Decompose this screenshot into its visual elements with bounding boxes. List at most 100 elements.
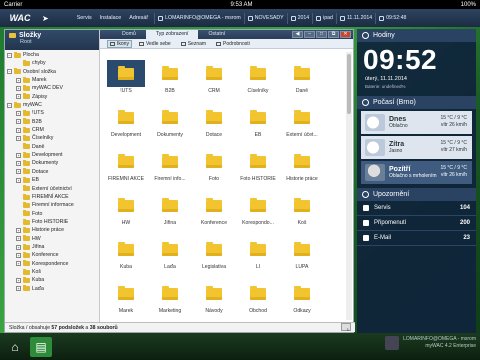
- tree-node[interactable]: + Korespondence: [7, 260, 99, 268]
- tree-node[interactable]: FIREMNÍ AKCE: [7, 193, 99, 201]
- tab[interactable]: Domů: [112, 30, 146, 39]
- folder-item[interactable]: Foto HISTORIE: [238, 148, 278, 182]
- home-icon[interactable]: ⌂: [4, 337, 26, 357]
- scrollbar[interactable]: [346, 52, 352, 320]
- menu-item[interactable]: Instalace: [100, 15, 122, 21]
- close-button[interactable]: ✕: [340, 31, 351, 38]
- tree-node[interactable]: + Dotace: [7, 168, 99, 176]
- menu-item[interactable]: Servis: [77, 15, 92, 21]
- tree-node[interactable]: + !UTS: [7, 109, 99, 117]
- expand-toggle-icon[interactable]: +: [16, 261, 21, 267]
- tree-node[interactable]: + B2B: [7, 118, 99, 126]
- folder-item[interactable]: Firemní info...: [150, 148, 190, 182]
- expand-toggle-icon[interactable]: −: [7, 102, 12, 108]
- expand-toggle-icon[interactable]: [16, 203, 21, 208]
- tab[interactable]: Typ zobrazení: [145, 30, 199, 39]
- folder-item[interactable]: Laďa: [150, 236, 190, 270]
- folder-item[interactable]: FIREMNÍ AKCE: [106, 148, 146, 182]
- tree-node[interactable]: + Konference: [7, 251, 99, 259]
- top-bar-item[interactable]: ipad: [312, 12, 336, 24]
- expand-toggle-icon[interactable]: +: [16, 136, 21, 142]
- folder-item[interactable]: Jiřina: [150, 192, 190, 226]
- top-bar-item[interactable]: 2014: [286, 12, 313, 24]
- folder-item[interactable]: Dokumenty: [150, 104, 190, 138]
- back-button[interactable]: ◀: [292, 31, 303, 38]
- view-button[interactable]: Vedle sebe: [136, 40, 174, 48]
- tree-node[interactable]: − Plocha: [7, 51, 99, 59]
- scrollbar-thumb[interactable]: [347, 54, 351, 114]
- expand-toggle-icon[interactable]: +: [16, 227, 21, 233]
- folder-item[interactable]: HW: [106, 192, 146, 226]
- expand-toggle-icon[interactable]: [16, 186, 21, 191]
- tree-node[interactable]: + HW: [7, 235, 99, 243]
- tree-node[interactable]: − myWAC: [7, 101, 99, 109]
- expand-toggle-icon[interactable]: +: [16, 127, 21, 133]
- folder-app-icon[interactable]: ▤: [30, 336, 52, 357]
- folder-item[interactable]: CRM: [194, 60, 234, 94]
- tree-node[interactable]: + Kuba: [7, 276, 99, 284]
- folder-item[interactable]: Odkazy: [282, 280, 322, 314]
- folder-item[interactable]: Externí účet...: [282, 104, 322, 138]
- folder-item[interactable]: Koš: [282, 192, 322, 226]
- folder-item[interactable]: Obchod: [238, 280, 278, 314]
- folder-item[interactable]: Development: [106, 104, 146, 138]
- folder-item[interactable]: Dotace: [194, 104, 234, 138]
- folder-item[interactable]: Konference: [194, 192, 234, 226]
- view-button[interactable]: Seznam: [178, 40, 209, 48]
- cursor-icon[interactable]: ➤: [42, 14, 49, 23]
- tree-node[interactable]: + Laďa: [7, 285, 99, 293]
- expand-toggle-icon[interactable]: +: [16, 252, 21, 258]
- tree-node[interactable]: + CRM: [7, 126, 99, 134]
- tree-node[interactable]: chyby: [7, 59, 99, 67]
- folder-item[interactable]: Historie práce: [282, 148, 322, 182]
- expand-toggle-icon[interactable]: −: [7, 69, 12, 75]
- folder-item[interactable]: Návody: [194, 280, 234, 314]
- maximize-button[interactable]: □: [316, 31, 327, 38]
- weather-row[interactable]: Zítra Jasno 15 °C / 9 °C vítr 27 km/h: [361, 136, 472, 159]
- folder-item[interactable]: Číselníky: [238, 60, 278, 94]
- expand-toggle-icon[interactable]: [16, 220, 21, 225]
- folder-item[interactable]: Korespondo...: [238, 192, 278, 226]
- tree-node[interactable]: Foto: [7, 210, 99, 218]
- expand-toggle-icon[interactable]: +: [16, 111, 21, 117]
- weather-row[interactable]: Dnes Oblačno 15 °C / 9 °C vítr 26 km/h: [361, 111, 472, 134]
- view-button[interactable]: Podrobnosti: [213, 40, 253, 48]
- folder-item[interactable]: Daně: [282, 60, 322, 94]
- folder-item[interactable]: LUPA: [282, 236, 322, 270]
- expand-toggle-icon[interactable]: +: [16, 177, 21, 183]
- tree-node[interactable]: Koš: [7, 268, 99, 276]
- folder-item[interactable]: B2B: [150, 60, 190, 94]
- top-bar-item[interactable]: NOVESADY: [243, 12, 287, 24]
- menu-item[interactable]: Adresář: [129, 15, 148, 21]
- folder-item[interactable]: Marketing: [150, 280, 190, 314]
- folder-item[interactable]: Kuba: [106, 236, 146, 270]
- folder-item[interactable]: Foto: [194, 148, 234, 182]
- tree-node[interactable]: + Dokumenty: [7, 159, 99, 167]
- tab[interactable]: Ostatní: [198, 30, 235, 39]
- top-bar-item[interactable]: 09:52:48: [375, 12, 409, 24]
- expand-toggle-icon[interactable]: +: [16, 161, 21, 167]
- expand-toggle-icon[interactable]: +: [16, 152, 21, 158]
- folder-item[interactable]: Legislativa: [194, 236, 234, 270]
- expand-toggle-icon[interactable]: +: [16, 236, 21, 242]
- expand-toggle-icon[interactable]: [16, 270, 21, 275]
- expand-toggle-icon[interactable]: +: [16, 169, 21, 175]
- app-logo[interactable]: WAC: [6, 9, 34, 27]
- top-bar-item[interactable]: LOMARINFO@OMEGA - msrom: [154, 12, 244, 24]
- expand-toggle-icon[interactable]: +: [16, 277, 21, 283]
- expand-toggle-icon[interactable]: +: [16, 86, 21, 92]
- view-button[interactable]: Ikony: [107, 39, 132, 48]
- weather-row[interactable]: Pozítří Oblačno s mrholením 15 °C / 9 °C ví…: [361, 161, 472, 184]
- notification-row[interactable]: Servis 104: [357, 201, 476, 216]
- folder-item[interactable]: !UTS: [106, 60, 146, 94]
- tree-node[interactable]: Foto HISTORIE: [7, 218, 99, 226]
- expand-toggle-icon[interactable]: [16, 195, 21, 200]
- users-icon[interactable]: 1: [341, 323, 351, 332]
- tree-node[interactable]: + Číselníky: [7, 134, 99, 142]
- top-bar-item[interactable]: 11.11.2014: [335, 12, 375, 24]
- expand-toggle-icon[interactable]: +: [16, 119, 21, 125]
- expand-toggle-icon[interactable]: [16, 144, 21, 149]
- minimize-button[interactable]: –: [304, 31, 315, 38]
- tree-node[interactable]: + Jiřina: [7, 243, 99, 251]
- expand-toggle-icon[interactable]: [16, 61, 21, 66]
